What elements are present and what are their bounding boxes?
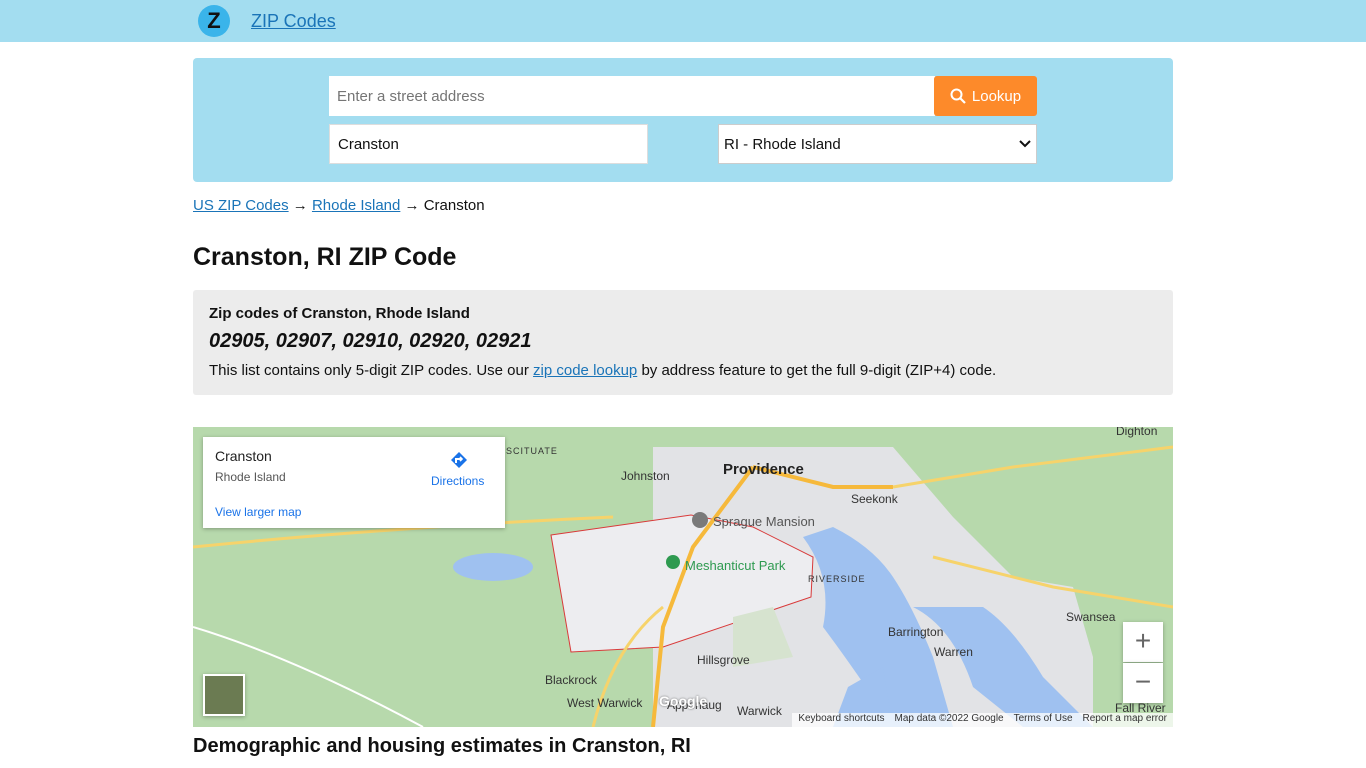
zoom-out-button[interactable]: − — [1123, 663, 1163, 703]
lookup-button[interactable]: Lookup — [934, 76, 1037, 116]
top-navbar: Z ZIP Codes — [0, 0, 1366, 42]
map-label-blackrock: Blackrock — [545, 673, 598, 687]
demographics-heading: Demographic and housing estimates in Cra… — [193, 735, 691, 757]
search-panel: Lookup RI - Rhode Island — [193, 58, 1173, 182]
map-label-sprague-mansion: Sprague Mansion — [713, 514, 815, 529]
zip-codes-box: Zip codes of Cranston, Rhode Island 0290… — [193, 290, 1173, 395]
zip-codes-list: 02905, 02907, 02910, 02920, 02921 — [209, 330, 532, 352]
satellite-toggle-thumbnail[interactable] — [203, 674, 245, 716]
map-label-johnston: Johnston — [621, 469, 670, 483]
zoom-in-button[interactable]: + — [1123, 622, 1163, 662]
page-title: Cranston, RI ZIP Code — [193, 243, 457, 271]
directions-link[interactable]: Directions — [431, 474, 484, 488]
map-label-west-warwick: West Warwick — [567, 696, 643, 710]
breadcrumb-rhode-island[interactable]: Rhode Island — [312, 197, 400, 214]
state-select-value: RI - Rhode Island — [724, 135, 841, 153]
map-label-warwick: Warwick — [737, 704, 782, 718]
breadcrumb-us-zip-codes[interactable]: US ZIP Codes — [193, 197, 289, 214]
directions-icon[interactable] — [449, 450, 469, 470]
map-label-swansea: Swansea — [1066, 610, 1116, 624]
site-logo[interactable]: Z — [198, 5, 230, 37]
google-logo: Google — [659, 693, 708, 709]
search-icon — [950, 88, 966, 104]
note-text: by address feature to get the full 9-dig… — [637, 362, 997, 379]
map-card-subtitle: Rhode Island — [215, 470, 286, 484]
map-footer: Keyboard shortcuts Map data ©2022 Google… — [792, 713, 1173, 727]
map-label-dighton: Dighton — [1116, 427, 1158, 438]
report-map-error-link[interactable]: Report a map error — [1083, 713, 1167, 727]
note-text: This list contains only 5-digit ZIP code… — [209, 362, 534, 379]
embedded-map[interactable]: Providence Sprague Mansion Meshanticut P… — [193, 427, 1173, 727]
map-label-barrington: Barrington — [888, 625, 944, 639]
map-card-title: Cranston — [215, 448, 272, 464]
zip-codes-subtitle: Zip codes of Cranston, Rhode Island — [209, 305, 470, 322]
map-label-warren: Warren — [934, 645, 973, 659]
map-data-attribution: Map data ©2022 Google — [894, 713, 1004, 724]
terms-of-use-link[interactable]: Terms of Use — [1014, 713, 1073, 727]
map-label-seekonk: Seekonk — [851, 492, 898, 506]
zip-code-lookup-link[interactable]: zip code lookup — [533, 362, 637, 379]
map-info-card: Cranston Rhode Island View larger map Di… — [203, 437, 505, 528]
map-label-scituate: SCITUATE — [506, 446, 558, 456]
map-label-hillsgrove: Hillsgrove — [697, 653, 750, 667]
chevron-down-icon — [1019, 140, 1031, 148]
breadcrumb: US ZIP Codes → Rhode Island → Cranston — [193, 197, 485, 214]
city-input[interactable] — [329, 124, 648, 164]
map-label-riverside: RIVERSIDE — [808, 574, 866, 584]
zip-codes-note: This list contains only 5-digit ZIP code… — [209, 362, 996, 379]
breadcrumb-current: Cranston — [423, 197, 485, 214]
map-label-providence: Providence — [723, 461, 804, 478]
breadcrumb-separator: → — [404, 197, 420, 214]
address-input[interactable] — [329, 76, 935, 116]
breadcrumb-separator: → — [292, 197, 308, 214]
view-larger-map-link[interactable]: View larger map — [215, 505, 301, 519]
keyboard-shortcuts-link[interactable]: Keyboard shortcuts — [798, 713, 884, 727]
state-select[interactable]: RI - Rhode Island — [718, 124, 1037, 164]
map-label-meshanticut-park: Meshanticut Park — [685, 558, 786, 573]
lookup-label: Lookup — [971, 87, 1022, 105]
site-name-link[interactable]: ZIP Codes — [251, 11, 336, 32]
